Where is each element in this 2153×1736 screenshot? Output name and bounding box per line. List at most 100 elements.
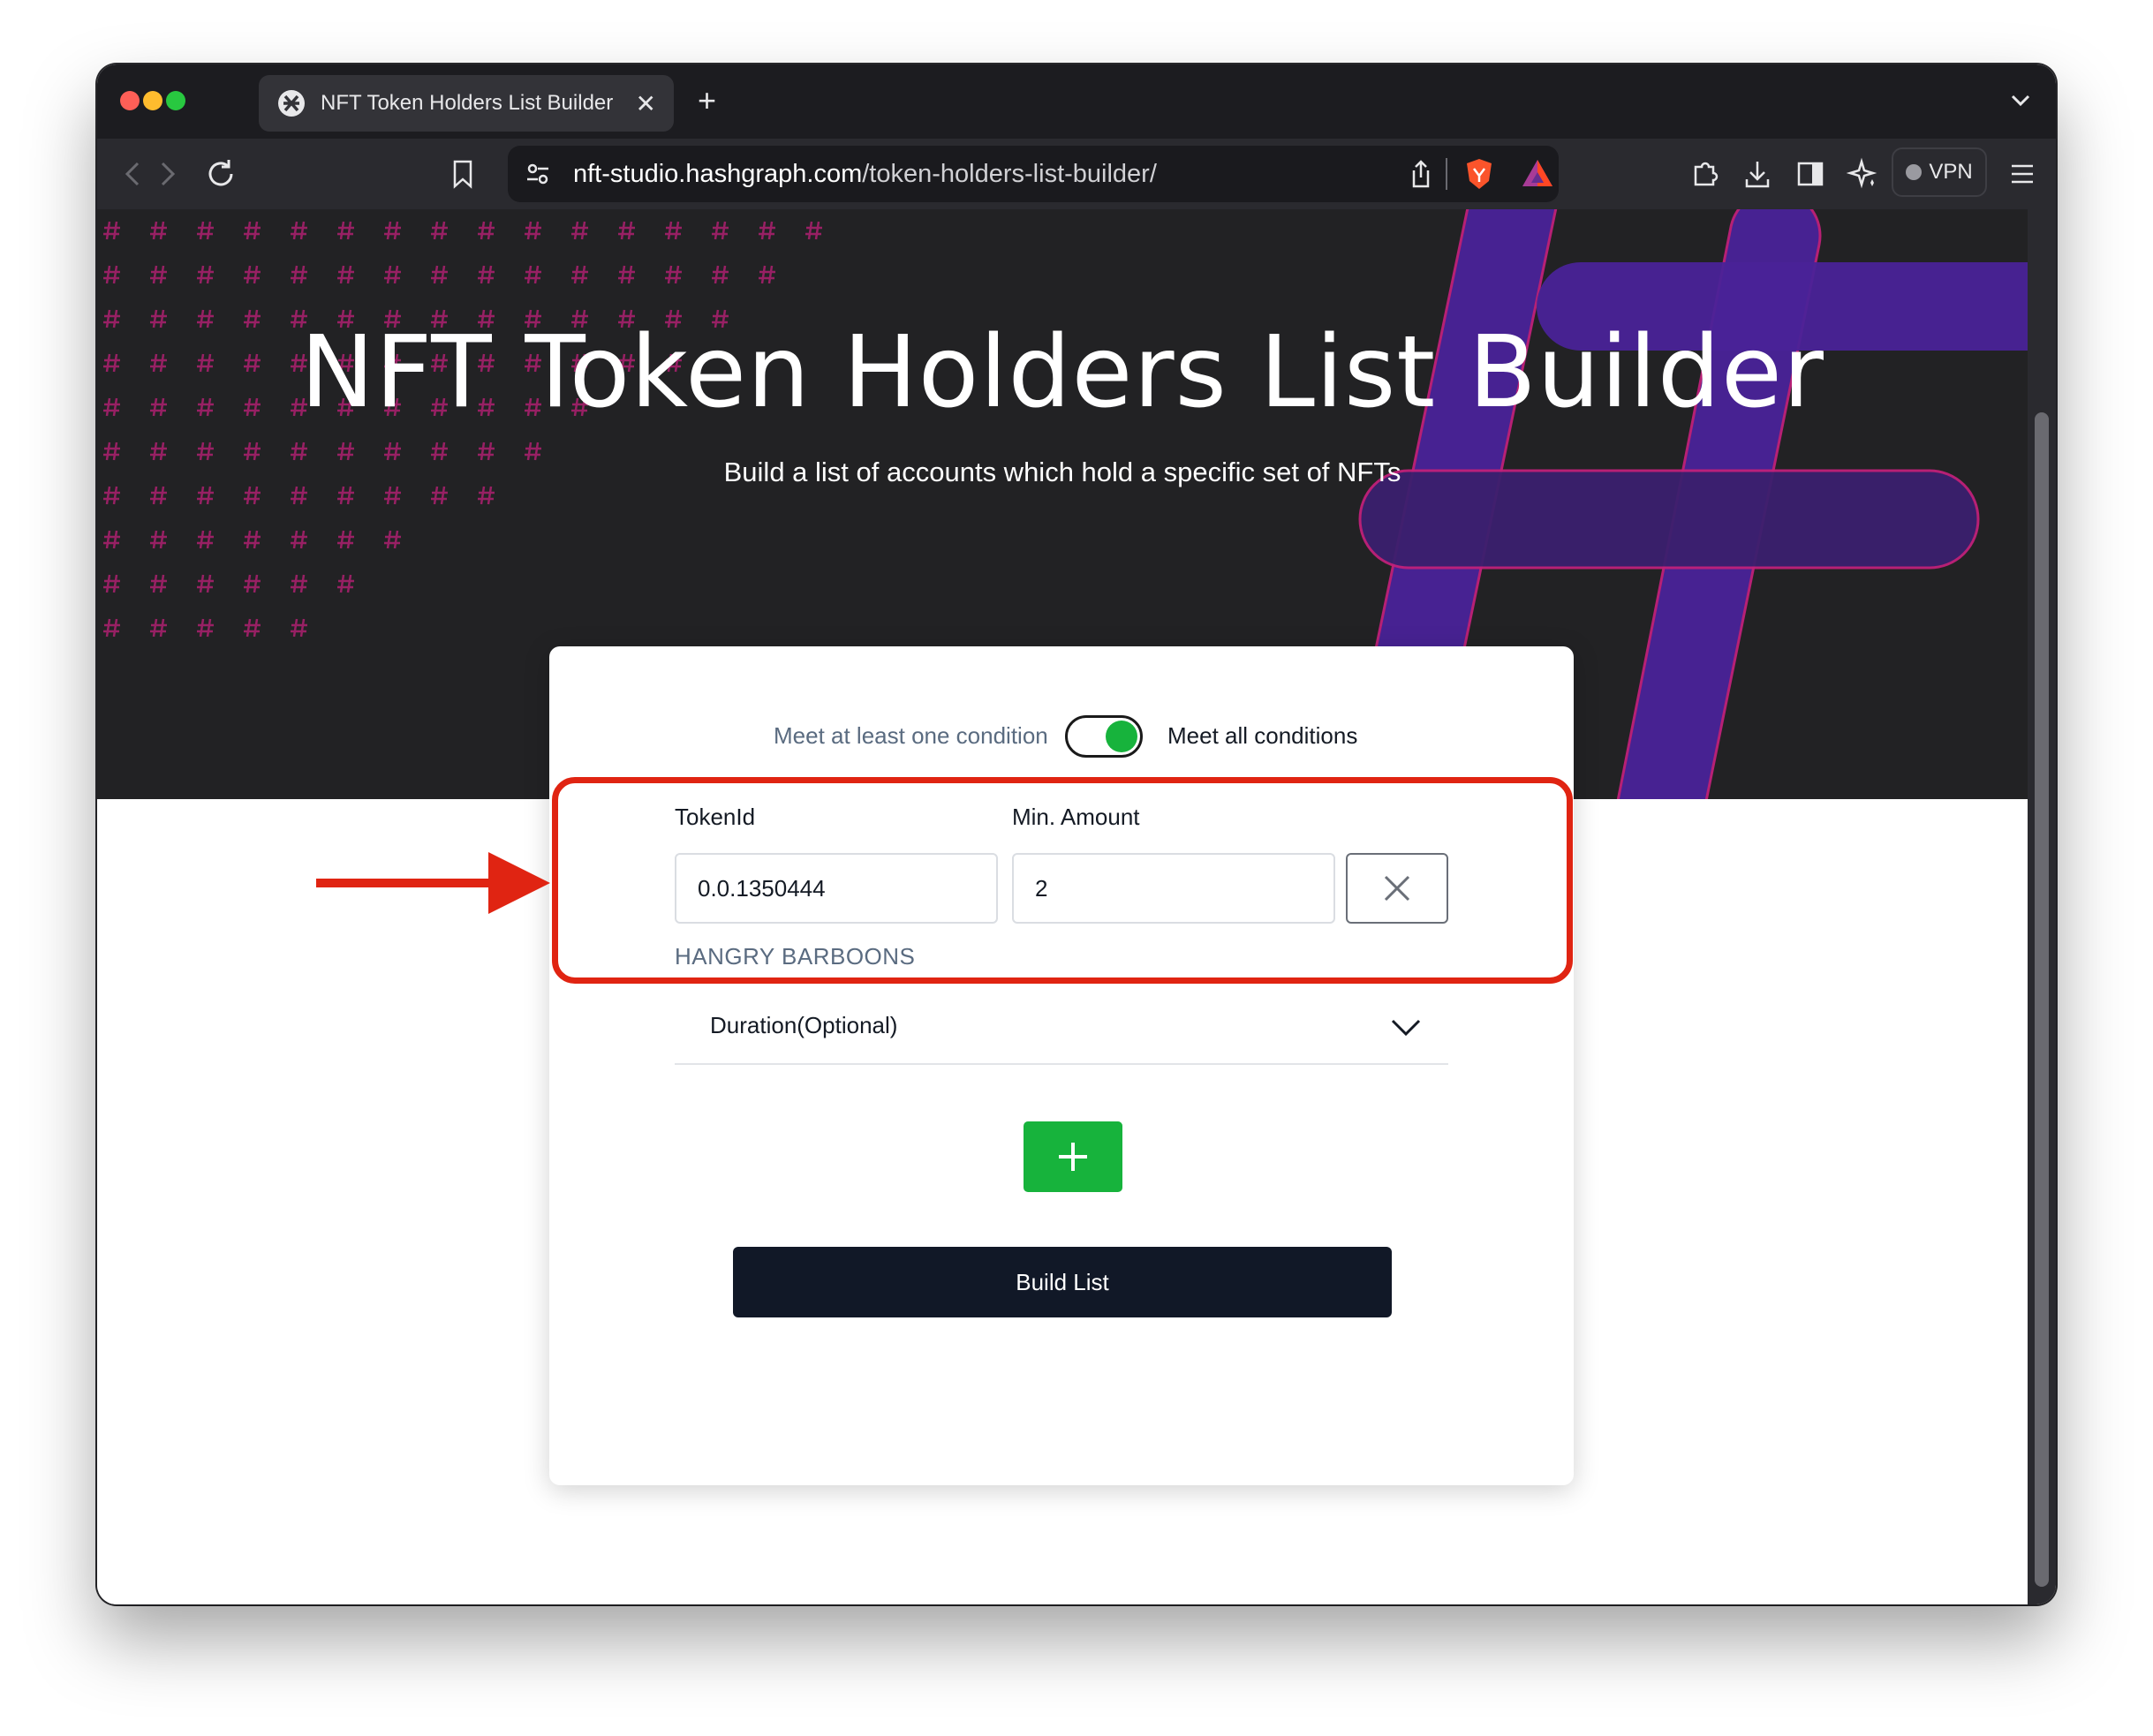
hash-pattern-mark	[431, 265, 448, 284]
hash-pattern-mark	[618, 221, 635, 240]
new-tab-button[interactable]: +	[698, 82, 716, 119]
download-icon[interactable]	[1740, 156, 1775, 192]
page-subtitle: Build a list of accounts which hold a sp…	[723, 457, 1401, 487]
leo-ai-icon[interactable]	[1846, 156, 1881, 192]
annotation-arrow-icon	[316, 852, 550, 914]
share-icon[interactable]	[1407, 158, 1435, 190]
hash-pattern-mark	[150, 530, 167, 549]
hash-pattern-mark	[525, 265, 541, 284]
brave-shield-icon[interactable]	[1463, 156, 1495, 192]
hash-pattern-mark	[291, 574, 307, 593]
hash-pattern-mark	[337, 265, 354, 284]
hash-pattern-mark	[431, 221, 448, 240]
reload-icon[interactable]	[203, 156, 238, 192]
hash-pattern-mark	[571, 265, 588, 284]
hash-pattern-mark	[244, 618, 261, 638]
hash-pattern-mark	[525, 221, 541, 240]
hash-pattern-mark	[197, 574, 214, 593]
hash-pattern-mark	[150, 486, 167, 505]
hash-pattern-mark	[244, 221, 261, 240]
hash-pattern-mark	[665, 221, 682, 240]
duration-label: Duration(Optional)	[710, 1012, 898, 1038]
hash-pattern-mark	[150, 265, 167, 284]
vpn-button[interactable]: VPN	[1892, 147, 1987, 197]
hash-pattern-mark	[478, 486, 495, 505]
hash-pattern-decoration	[103, 221, 822, 638]
builder-card: Meet at least one condition Meet all con…	[549, 646, 1574, 1485]
close-window-button[interactable]	[120, 91, 140, 110]
hash-pattern-mark	[337, 530, 354, 549]
hash-pattern-mark	[244, 265, 261, 284]
scrollbar-thumb[interactable]	[2035, 412, 2049, 1587]
hash-pattern-mark	[244, 530, 261, 549]
hash-pattern-mark	[291, 486, 307, 505]
hash-pattern-mark	[478, 221, 495, 240]
vertical-scrollbar[interactable]	[2028, 209, 2056, 1604]
url-divider	[1446, 158, 1447, 190]
address-bar[interactable]: nft-studio.hashgraph.com/token-holders-l…	[508, 146, 1559, 202]
hash-pattern-mark	[759, 221, 775, 240]
back-icon[interactable]	[118, 156, 150, 192]
annotation-highlight-box	[552, 777, 1573, 984]
forward-icon[interactable]	[150, 156, 182, 192]
tab-close-icon[interactable]: ✕	[636, 89, 656, 118]
hash-pattern-mark	[384, 530, 401, 549]
hash-pattern-mark	[244, 486, 261, 505]
duration-accordion[interactable]: Duration(Optional)	[675, 975, 1448, 1065]
condition-toggle-switch[interactable]	[1065, 715, 1143, 758]
toggle-knob	[1106, 721, 1137, 752]
tab-list-chevron-icon[interactable]	[2008, 87, 2033, 112]
build-list-button[interactable]: Build List	[733, 1247, 1392, 1317]
vpn-status-icon	[1906, 164, 1923, 180]
hash-pattern-mark	[150, 574, 167, 593]
hash-pattern-mark	[384, 486, 401, 505]
hash-pattern-mark	[103, 574, 120, 593]
minimize-window-button[interactable]	[143, 91, 162, 110]
page-title: NFT Token Holders List Builder	[300, 315, 1824, 430]
condition-toggle-row: Meet at least one condition Meet all con…	[549, 715, 1574, 759]
hash-pattern-mark	[712, 221, 729, 240]
hash-pattern-mark	[150, 221, 167, 240]
hash-pattern-mark	[384, 265, 401, 284]
hash-pattern-mark	[384, 221, 401, 240]
hash-pattern-mark	[244, 574, 261, 593]
sidebar-icon[interactable]	[1793, 156, 1828, 192]
url-path: /token-holders-list-builder/	[862, 159, 1157, 188]
hash-pattern-mark	[431, 486, 448, 505]
hash-pattern-mark	[665, 265, 682, 284]
hash-pattern-mark	[478, 265, 495, 284]
hash-pattern-mark	[197, 486, 214, 505]
hash-pattern-mark	[197, 265, 214, 284]
vpn-label: VPN	[1929, 160, 1973, 184]
bookmark-icon[interactable]	[449, 156, 477, 192]
hash-pattern-mark	[150, 618, 167, 638]
hash-pattern-mark	[103, 221, 120, 240]
menu-icon[interactable]	[2005, 156, 2040, 192]
hash-pattern-mark	[197, 618, 214, 638]
hash-pattern-mark	[759, 265, 775, 284]
hash-pattern-mark	[337, 486, 354, 505]
browser-toolbar: nft-studio.hashgraph.com/token-holders-l…	[97, 139, 2056, 209]
hash-pattern-mark	[103, 618, 120, 638]
hash-pattern-mark	[337, 221, 354, 240]
chevron-down-icon	[1391, 1019, 1421, 1037]
maximize-window-button[interactable]	[166, 91, 185, 110]
plus-icon	[1059, 1143, 1087, 1171]
toggle-all-label[interactable]: Meet all conditions	[1167, 722, 1357, 750]
extensions-icon[interactable]	[1687, 156, 1722, 192]
hash-pattern-mark	[291, 221, 307, 240]
toggle-any-label[interactable]: Meet at least one condition	[774, 722, 1048, 750]
tab-bar: NFT Token Holders List Builder ✕ +	[97, 64, 2056, 139]
bat-rewards-icon[interactable]	[1520, 156, 1555, 192]
hash-pattern-mark	[291, 618, 307, 638]
url-text: nft-studio.hashgraph.com/token-holders-l…	[573, 160, 1157, 189]
hash-pattern-mark	[291, 530, 307, 549]
active-tab[interactable]: NFT Token Holders List Builder ✕	[259, 75, 674, 132]
add-condition-button[interactable]	[1024, 1121, 1122, 1192]
site-settings-icon[interactable]	[524, 160, 552, 188]
hash-pattern-mark	[103, 530, 120, 549]
hash-pattern-mark	[103, 265, 120, 284]
hash-pattern-mark	[337, 574, 354, 593]
hash-pattern-mark	[805, 221, 822, 240]
hash-pattern-mark	[291, 265, 307, 284]
